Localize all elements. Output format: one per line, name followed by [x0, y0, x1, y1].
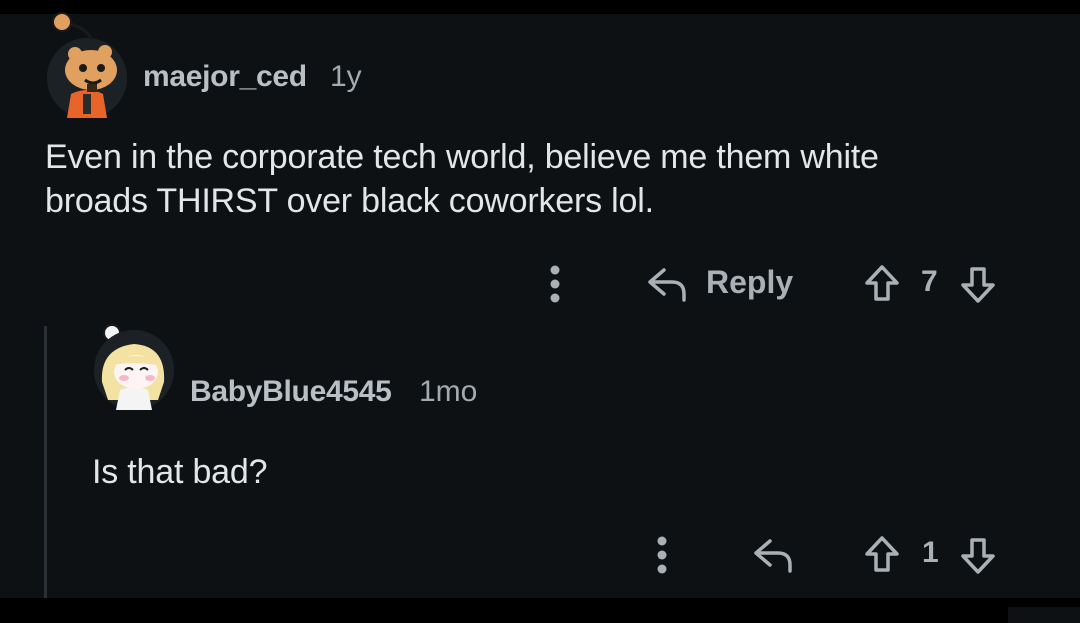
reply-label: Reply	[706, 264, 794, 300]
downvote-arrow-icon	[961, 267, 995, 303]
vote-score: 1	[922, 536, 939, 569]
more-vertical-icon	[550, 265, 560, 303]
downvote-button[interactable]	[958, 533, 998, 577]
top-edge	[0, 0, 1080, 14]
more-vertical-icon	[657, 536, 667, 574]
downvote-button[interactable]	[958, 262, 998, 306]
comment-body-line: Even in the corporate tech world, believ…	[45, 138, 879, 176]
thread-line[interactable]	[44, 326, 47, 598]
snoo-avatar-icon	[47, 38, 127, 118]
antenna-icon	[52, 12, 94, 41]
comment-thread	[0, 14, 1080, 598]
bottom-corner	[1008, 607, 1080, 623]
upvote-arrow-icon	[865, 536, 899, 572]
comment-username[interactable]: BabyBlue4545	[190, 375, 392, 409]
user-avatar[interactable]	[94, 330, 174, 410]
comment-body-line: broads THIRST over black coworkers lol.	[45, 182, 654, 220]
downvote-arrow-icon	[961, 538, 995, 574]
more-options-button[interactable]	[545, 262, 565, 306]
upvote-button[interactable]	[862, 533, 902, 577]
reply-arrow-icon	[648, 268, 686, 302]
user-avatar[interactable]	[47, 38, 127, 118]
vote-score: 7	[921, 265, 938, 298]
snoo-avatar-icon	[94, 330, 174, 410]
comment-body-line: Is that bad?	[92, 453, 268, 491]
upvote-arrow-icon	[865, 265, 899, 301]
reply-button[interactable]: Reply	[646, 262, 793, 306]
reply-arrow-icon	[754, 539, 792, 573]
comment-body: Is that bad?	[92, 450, 267, 494]
reply-button[interactable]	[752, 533, 796, 577]
more-options-button[interactable]	[652, 533, 672, 577]
comment-age: 1y	[330, 60, 362, 93]
comment-body: Even in the corporate tech world, believ…	[45, 135, 879, 223]
upvote-button[interactable]	[862, 262, 902, 306]
comment-username[interactable]: maejor_ced	[143, 60, 307, 94]
comment-age: 1mo	[419, 375, 478, 408]
bottom-edge	[0, 598, 1080, 623]
